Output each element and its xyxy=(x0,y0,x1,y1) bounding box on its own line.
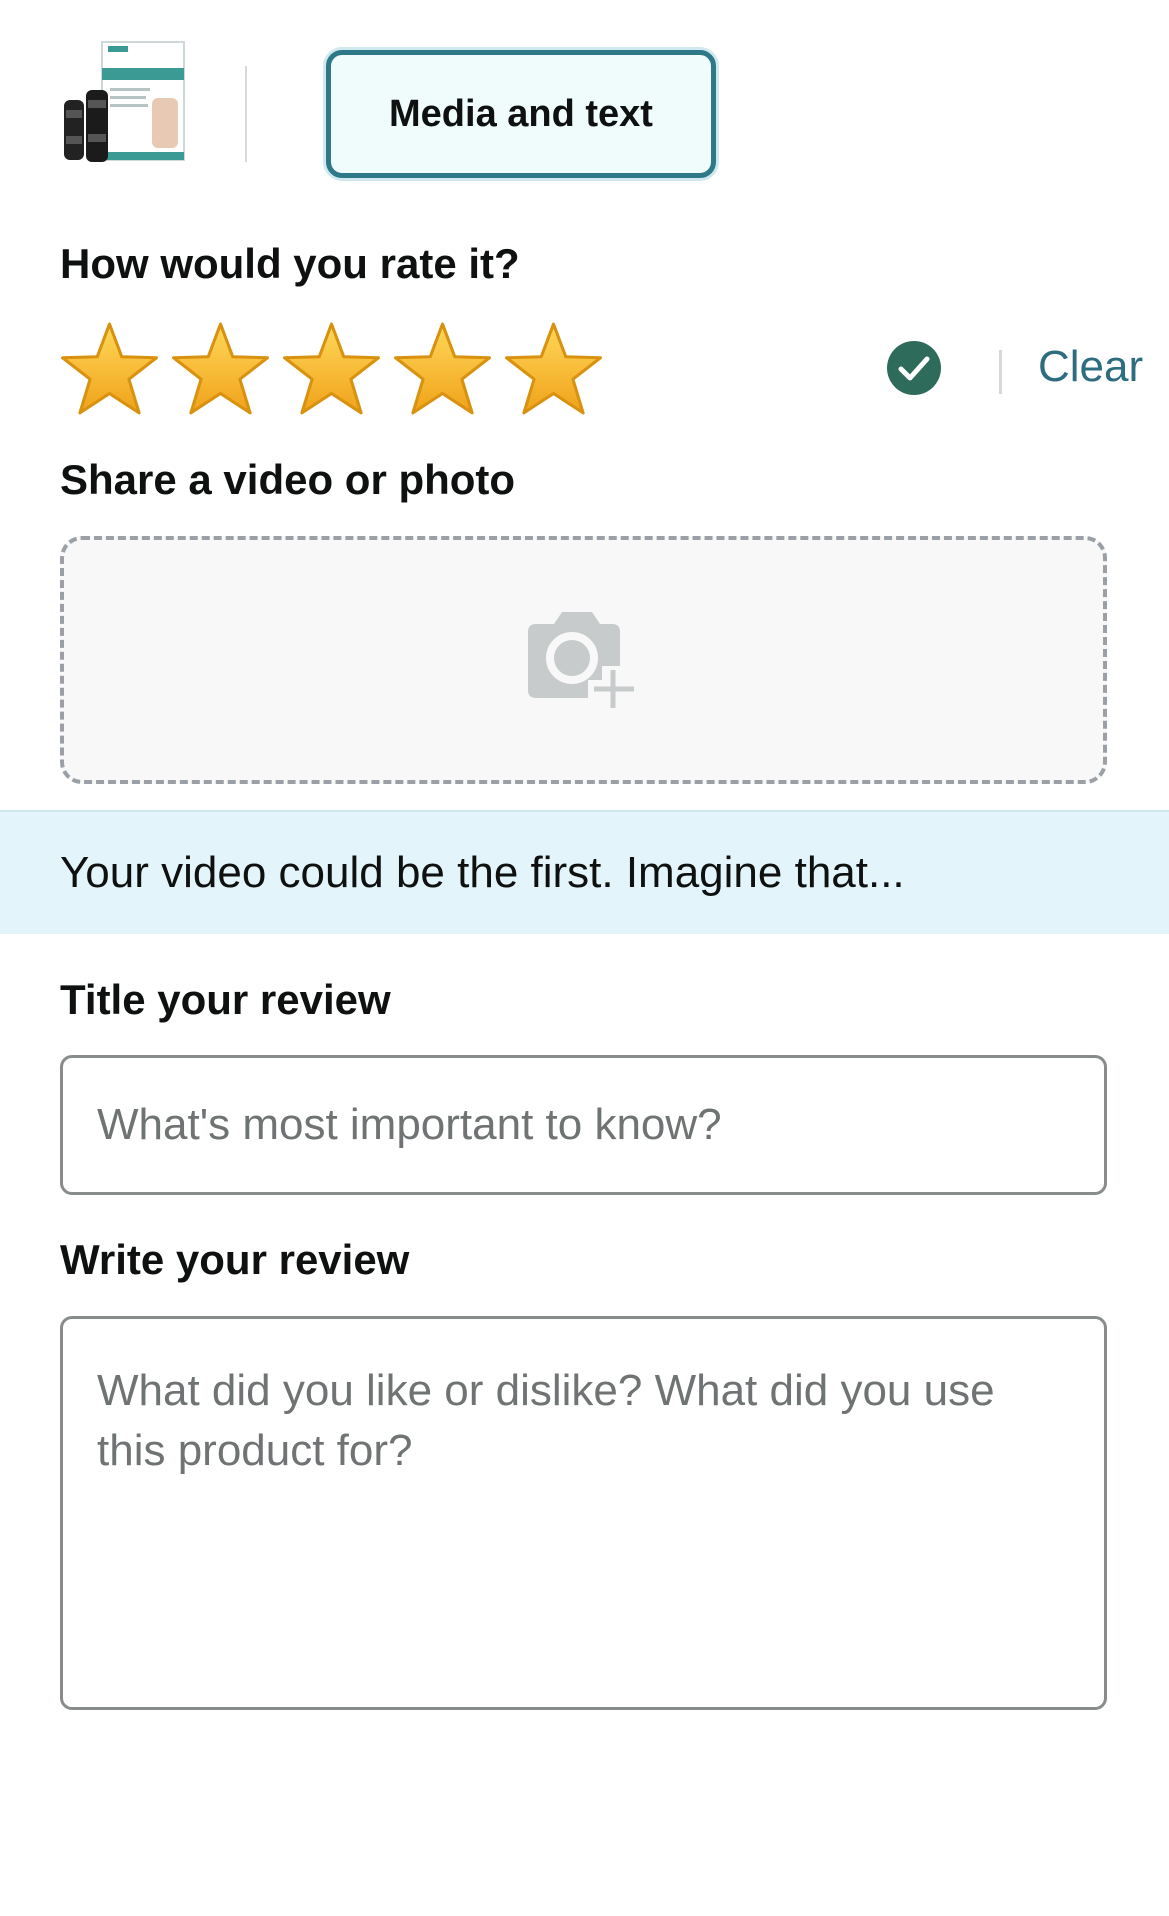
review-title-input[interactable] xyxy=(60,1055,1107,1195)
clear-rating-link[interactable]: Clear xyxy=(1038,342,1143,392)
star-icon[interactable] xyxy=(58,320,161,418)
star-icon[interactable] xyxy=(391,320,494,418)
review-heading: Write your review xyxy=(60,1236,410,1283)
product-thumbnail xyxy=(64,41,185,162)
upload-heading: Share a video or photo xyxy=(60,456,516,503)
write-review-page: Media and text How would you rate it? Cl… xyxy=(0,0,1169,1916)
rating-heading: How would you rate it? xyxy=(60,240,520,287)
star-icon[interactable] xyxy=(502,320,605,418)
title-heading: Title your review xyxy=(60,976,391,1023)
thumbnail-divider xyxy=(245,66,247,162)
star-rating[interactable] xyxy=(58,320,605,418)
banner-text: Your video could be the first. Imagine t… xyxy=(60,848,905,897)
media-and-text-button[interactable]: Media and text xyxy=(326,50,716,178)
clear-divider xyxy=(999,350,1002,394)
check-circle-icon xyxy=(887,341,941,395)
camera-plus-icon xyxy=(528,612,638,708)
star-icon[interactable] xyxy=(169,320,272,418)
review-body-textarea[interactable] xyxy=(60,1316,1107,1710)
video-prompt-banner: Your video could be the first. Imagine t… xyxy=(0,810,1169,934)
star-icon[interactable] xyxy=(280,320,383,418)
